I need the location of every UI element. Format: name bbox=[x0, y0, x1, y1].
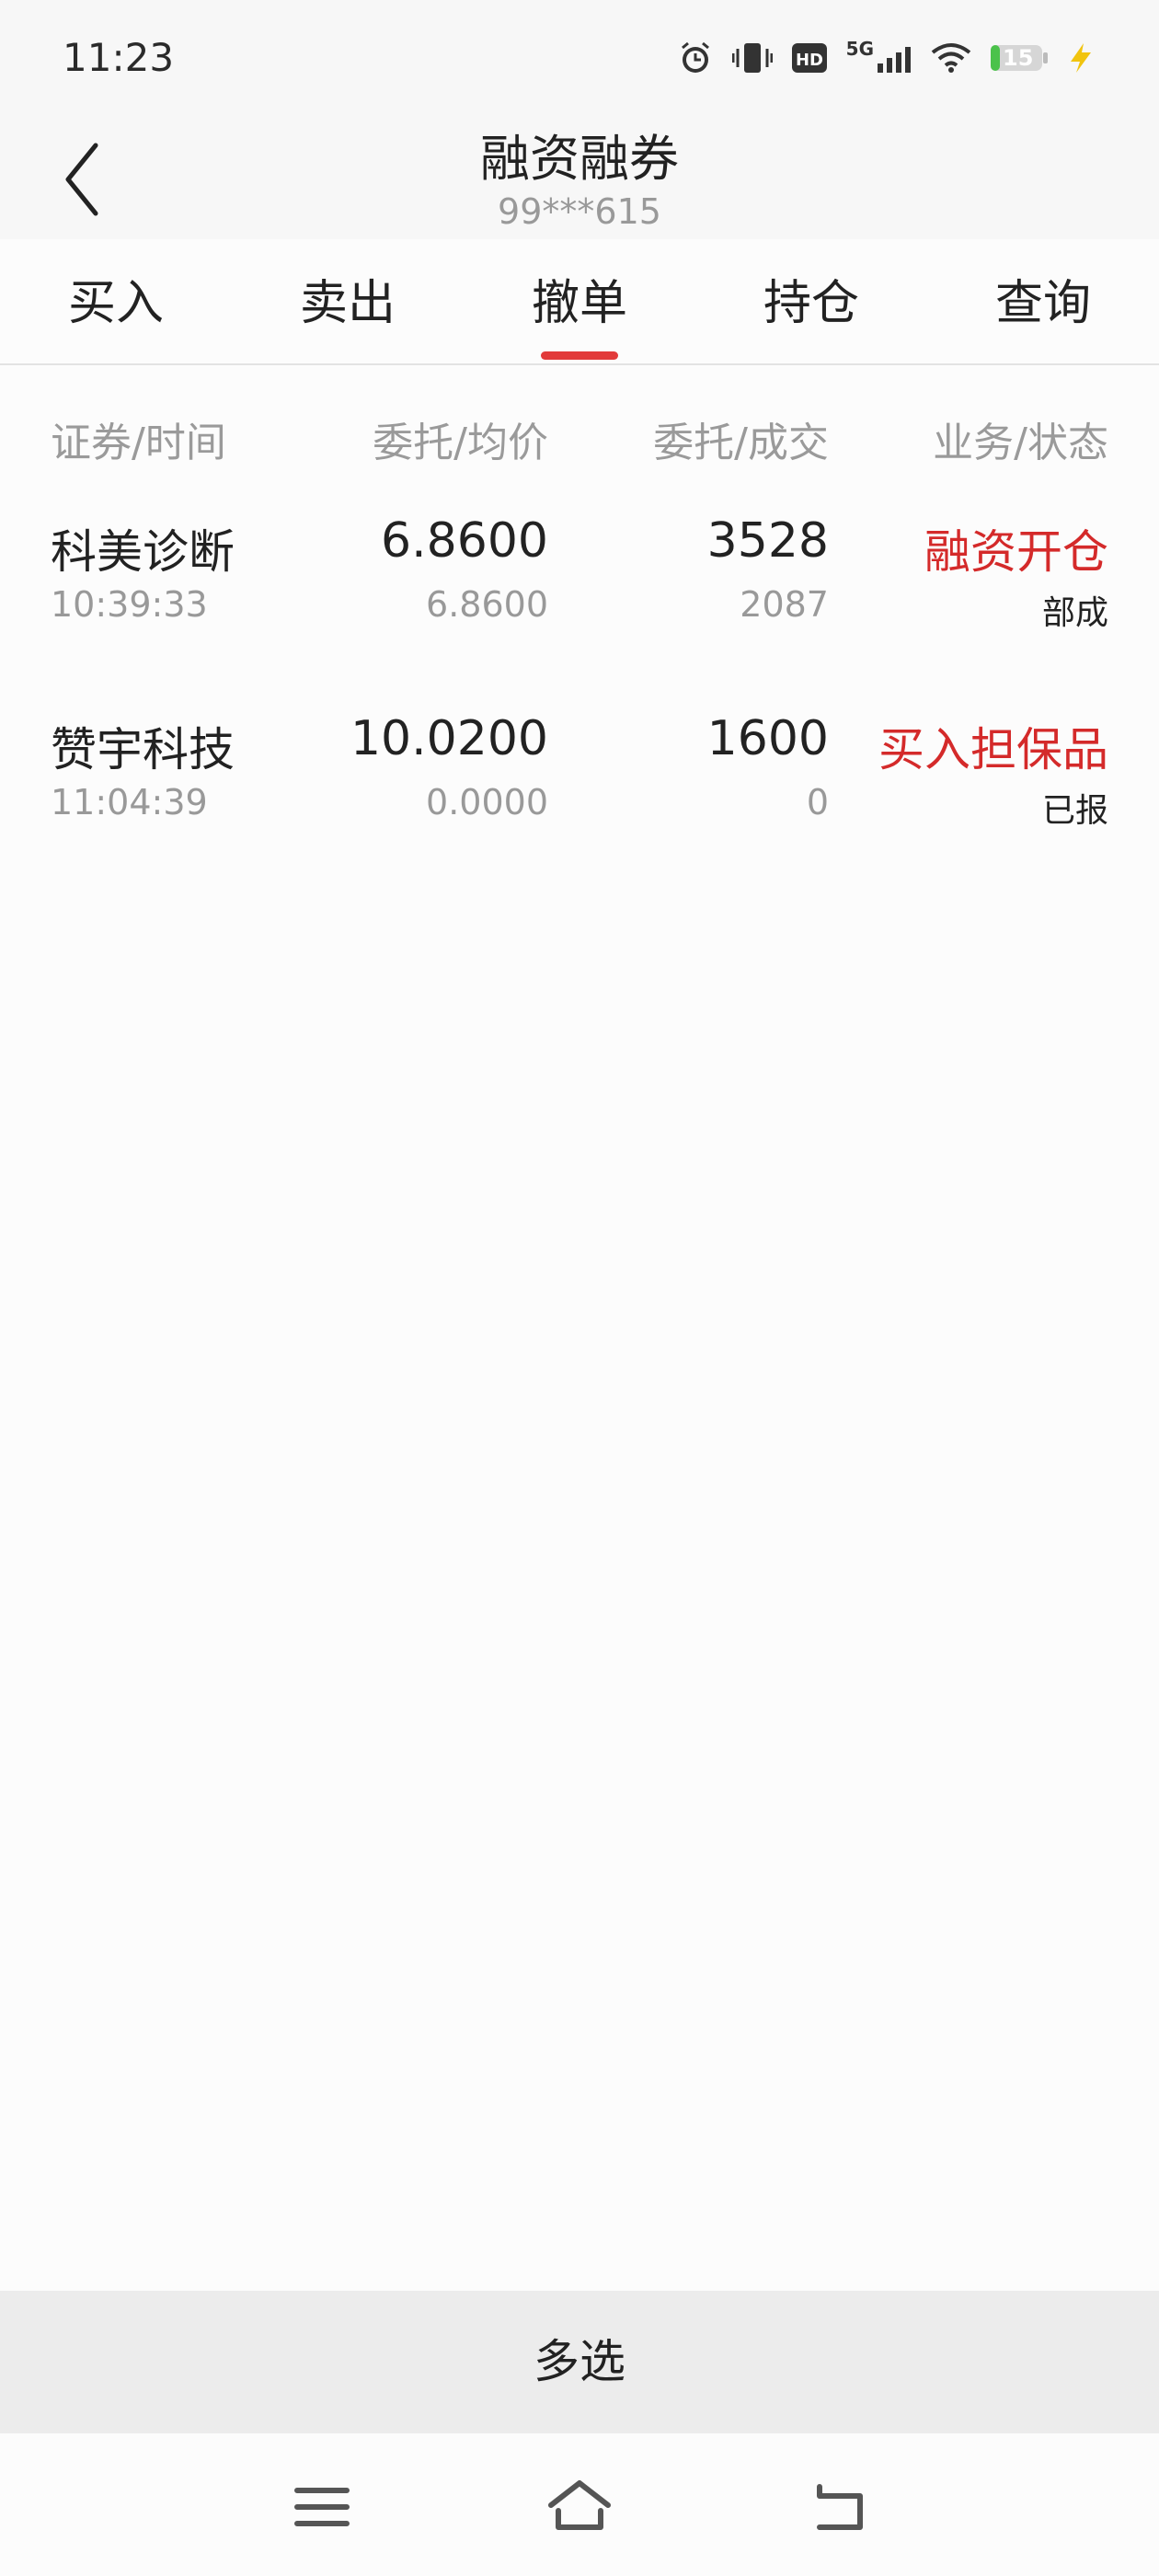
tab-label: 撤单 bbox=[531, 276, 627, 331]
tab-bar: 买入 卖出 撤单 持仓 查询 bbox=[0, 239, 1159, 365]
order-status: 已报 bbox=[1041, 792, 1108, 830]
hd-icon: HD bbox=[791, 41, 828, 75]
wifi-icon bbox=[931, 41, 971, 75]
page-title: 融资融券 bbox=[480, 130, 679, 188]
svg-text:HD: HD bbox=[796, 51, 823, 70]
filled-quantity: 0 bbox=[806, 782, 829, 822]
menu-button[interactable] bbox=[281, 2470, 363, 2544]
column-header-security-time: 证券/时间 bbox=[51, 420, 226, 466]
signal-5g-icon: 5G bbox=[845, 38, 912, 75]
back-icon bbox=[817, 2484, 863, 2530]
active-tab-indicator bbox=[541, 351, 618, 360]
battery-icon: 15 bbox=[990, 41, 1049, 75]
column-header-order-filled: 委托/成交 bbox=[653, 420, 829, 466]
order-quantity: 1600 bbox=[706, 711, 829, 766]
account-number: 99***615 bbox=[498, 191, 661, 232]
table-row[interactable]: 科美诊断 10:39:33 6.8600 6.8600 3528 2087 融资… bbox=[0, 497, 1159, 644]
order-time: 10:39:33 bbox=[51, 584, 208, 625]
tab-label: 卖出 bbox=[299, 276, 396, 331]
tab-positions[interactable]: 持仓 bbox=[695, 239, 927, 363]
system-back-button[interactable] bbox=[796, 2470, 878, 2544]
tab-cancel-order[interactable]: 撤单 bbox=[464, 239, 695, 363]
vibrate-icon bbox=[731, 40, 773, 76]
business-type: 融资开仓 bbox=[924, 525, 1108, 579]
column-header-order-avg-price: 委托/均价 bbox=[373, 420, 548, 466]
tab-buy[interactable]: 买入 bbox=[0, 239, 232, 363]
status-time: 11:23 bbox=[63, 35, 175, 80]
business-type: 买入担保品 bbox=[878, 723, 1108, 776]
tab-label: 买入 bbox=[67, 276, 164, 331]
tab-label: 查询 bbox=[994, 276, 1091, 331]
status-icons: HD 5G 15 bbox=[677, 35, 1095, 81]
system-nav-bar bbox=[0, 2433, 1159, 2576]
order-price: 10.0200 bbox=[350, 711, 548, 766]
home-button[interactable] bbox=[538, 2470, 621, 2544]
order-time: 11:04:39 bbox=[51, 782, 208, 822]
tab-sell[interactable]: 卖出 bbox=[232, 239, 464, 363]
network-label: 5G bbox=[845, 38, 874, 60]
multi-select-button[interactable]: 多选 bbox=[0, 2291, 1159, 2433]
column-header-business-status: 业务/状态 bbox=[933, 420, 1108, 466]
home-icon bbox=[548, 2480, 611, 2530]
header: 融资融券 99***615 bbox=[0, 101, 1159, 239]
order-quantity: 3528 bbox=[706, 513, 829, 569]
alarm-icon bbox=[677, 40, 714, 76]
tab-label: 持仓 bbox=[763, 276, 859, 331]
avg-price: 6.8600 bbox=[426, 584, 548, 625]
menu-icon bbox=[294, 2488, 350, 2526]
security-name: 科美诊断 bbox=[51, 525, 235, 579]
table-row[interactable]: 赞宇科技 11:04:39 10.0200 0.0000 1600 0 买入担保… bbox=[0, 695, 1159, 842]
status-bar: 11:23 HD 5G 15 bbox=[0, 0, 1159, 101]
battery-level: 15 bbox=[1003, 45, 1034, 71]
charging-icon bbox=[1067, 41, 1095, 75]
order-price: 6.8600 bbox=[381, 513, 548, 569]
order-status: 部成 bbox=[1041, 594, 1108, 632]
filled-quantity: 2087 bbox=[740, 584, 829, 625]
multi-select-label: 多选 bbox=[534, 2335, 625, 2388]
security-name: 赞宇科技 bbox=[51, 723, 235, 776]
tab-query[interactable]: 查询 bbox=[927, 239, 1159, 363]
avg-price: 0.0000 bbox=[426, 782, 548, 822]
